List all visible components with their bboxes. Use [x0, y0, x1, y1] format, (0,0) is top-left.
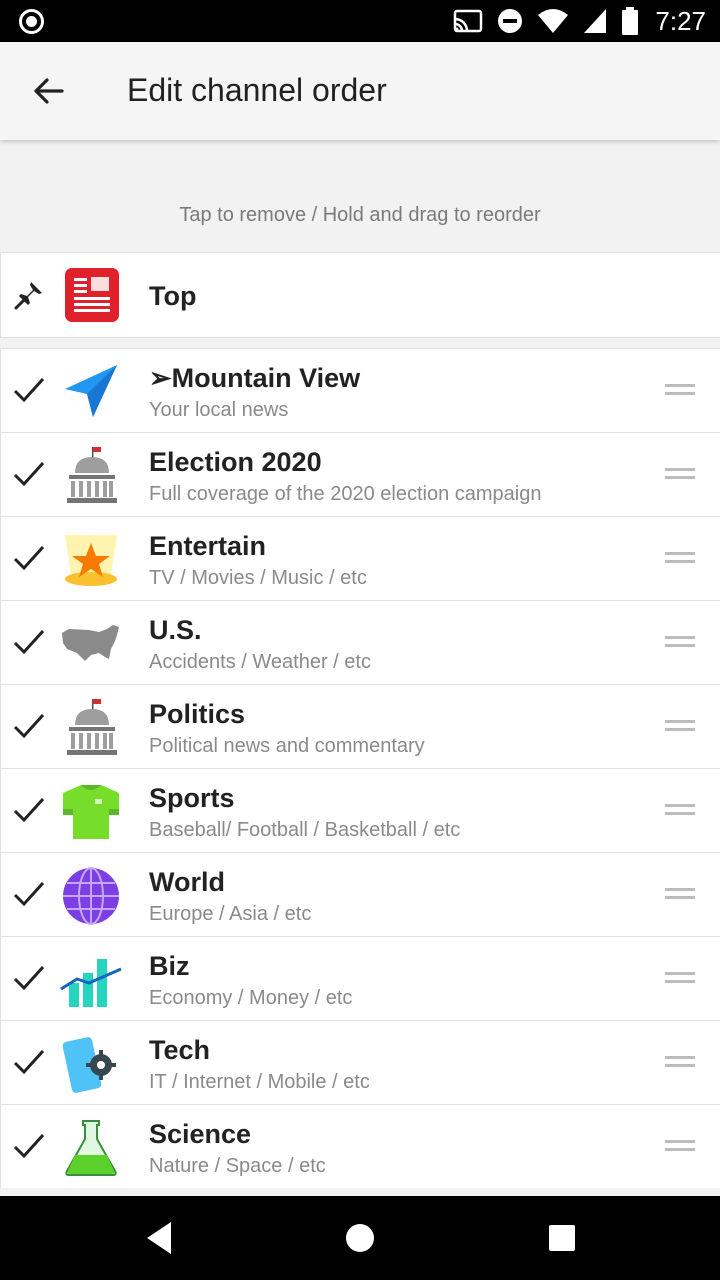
drag-handle-icon[interactable]	[665, 552, 695, 564]
home-circle-icon[interactable]	[344, 1218, 376, 1258]
drag-handle-icon[interactable]	[665, 468, 695, 480]
channel-name: U.S.	[149, 615, 202, 645]
status-bar: 7:27	[0, 0, 720, 42]
wifi-icon	[538, 9, 569, 33]
channel-list: ➢Mountain View Your local news Election …	[0, 348, 720, 1188]
status-time: 7:27	[655, 5, 706, 36]
bar-chart-icon	[60, 959, 122, 1007]
check-icon	[13, 965, 45, 991]
drag-handle-icon[interactable]	[665, 972, 695, 984]
channel-subtitle: IT / Internet / Mobile / etc	[149, 1071, 370, 1093]
pin-icon	[14, 282, 42, 310]
channel-name: Sports	[149, 783, 235, 813]
drag-handle-icon[interactable]	[665, 1056, 695, 1068]
pinned-channel-label: Top	[149, 281, 197, 311]
check-icon	[13, 461, 45, 487]
page-title: Edit channel order	[127, 72, 387, 108]
channel-subtitle: Political news and commentary	[149, 735, 425, 757]
channel-row-election-2020[interactable]: Election 2020 Full coverage of the 2020 …	[0, 432, 720, 516]
flask-icon	[65, 1120, 117, 1176]
check-icon	[13, 713, 45, 739]
battery-icon	[622, 7, 639, 35]
record-icon	[19, 9, 44, 34]
check-icon	[13, 1049, 45, 1075]
channel-name: Tech	[149, 1035, 211, 1065]
capitol-icon	[67, 699, 117, 755]
channel-row-science[interactable]: Science Nature / Space / etc	[0, 1104, 720, 1188]
back-arrow-icon[interactable]	[28, 71, 68, 111]
drag-handle-icon[interactable]	[665, 720, 695, 732]
app-bar: Edit channel order	[0, 42, 720, 140]
channel-name: World	[149, 867, 225, 897]
check-icon	[13, 1133, 45, 1159]
star-spotlight-icon	[65, 535, 117, 586]
check-icon	[13, 545, 45, 571]
capitol-icon	[67, 447, 117, 503]
check-icon	[13, 377, 45, 403]
check-icon	[13, 797, 45, 823]
channel-name: Election 2020	[149, 447, 322, 477]
channel-row-entertain[interactable]: Entertain TV / Movies / Music / etc	[0, 516, 720, 600]
channel-name: Science	[149, 1119, 252, 1149]
navigation-bar	[0, 1196, 720, 1280]
check-icon	[13, 881, 45, 907]
newspaper-icon	[65, 268, 119, 322]
channel-subtitle: Europe / Asia / etc	[149, 903, 312, 925]
channel-subtitle: Full coverage of the 2020 election campa…	[149, 483, 542, 505]
location-arrow-icon	[65, 365, 117, 417]
drag-handle-icon[interactable]	[665, 1140, 695, 1152]
globe-icon	[63, 867, 119, 925]
jersey-icon	[63, 785, 119, 839]
channel-name: Entertain	[149, 531, 267, 561]
signal-icon	[584, 9, 607, 33]
channel-subtitle: Economy / Money / etc	[149, 987, 353, 1009]
recents-square-icon[interactable]	[548, 1218, 576, 1258]
channel-row-politics[interactable]: Politics Political news and commentary	[0, 684, 720, 768]
us-map-icon	[62, 625, 119, 661]
channel-row-us[interactable]: U.S. Accidents / Weather / etc	[0, 600, 720, 684]
channel-row-sports[interactable]: Sports Baseball/ Football / Basketball /…	[0, 768, 720, 852]
channel-subtitle: TV / Movies / Music / etc	[149, 567, 367, 589]
check-icon	[13, 629, 45, 655]
channel-name: Politics	[149, 699, 246, 729]
channel-subtitle: Nature / Space / etc	[149, 1155, 326, 1177]
channel-row-biz[interactable]: Biz Economy / Money / etc	[0, 936, 720, 1020]
channel-name: Biz	[149, 951, 190, 981]
channel-name: ➢Mountain View	[149, 363, 361, 393]
back-triangle-icon[interactable]	[143, 1218, 173, 1258]
cast-icon	[454, 9, 483, 33]
channel-subtitle: Accidents / Weather / etc	[149, 651, 371, 673]
drag-handle-icon[interactable]	[665, 636, 695, 648]
drag-handle-icon[interactable]	[665, 804, 695, 816]
instruction-hint: Tap to remove / Hold and drag to reorder	[179, 204, 541, 226]
channel-subtitle: Your local news	[149, 399, 289, 421]
pinned-channel-top[interactable]: Top	[0, 252, 720, 338]
phone-gear-icon	[62, 1037, 116, 1093]
drag-handle-icon[interactable]	[665, 888, 695, 900]
channel-row-world[interactable]: World Europe / Asia / etc	[0, 852, 720, 936]
channel-row-tech[interactable]: Tech IT / Internet / Mobile / etc	[0, 1020, 720, 1104]
drag-handle-icon[interactable]	[665, 384, 695, 396]
channel-subtitle: Baseball/ Football / Basketball / etc	[149, 819, 461, 841]
channel-row-mountain-view[interactable]: ➢Mountain View Your local news	[0, 348, 720, 432]
do-not-disturb-icon	[498, 9, 523, 33]
